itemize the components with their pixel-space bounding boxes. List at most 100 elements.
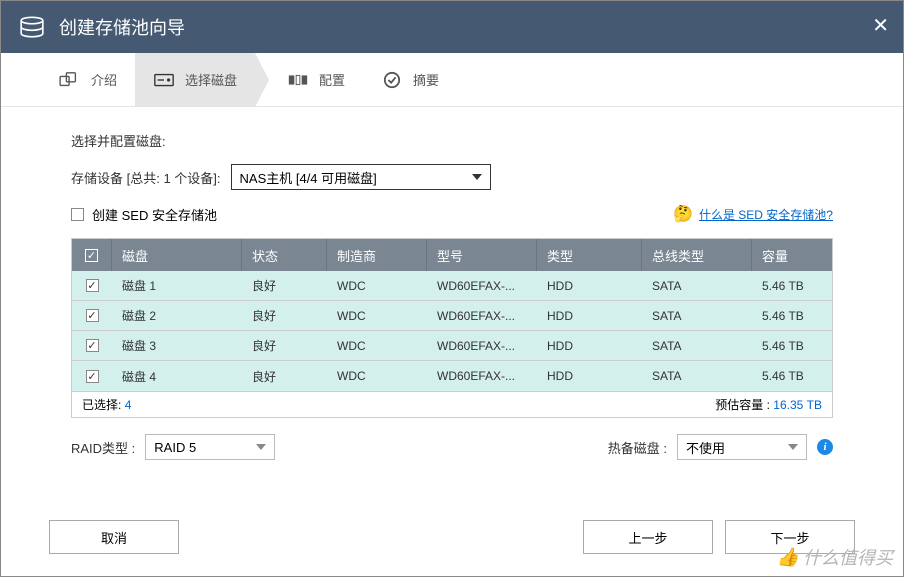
cell-manufacturer: WDC (327, 361, 427, 391)
header-disk[interactable]: 磁盘 (112, 239, 242, 271)
cell-type: HDD (537, 301, 642, 330)
step-intro[interactable]: 介绍 (41, 53, 135, 107)
cell-capacity: 5.46 TB (752, 301, 832, 330)
cell-disk: 磁盘 4 (112, 361, 242, 391)
cell-manufacturer: WDC (327, 301, 427, 330)
step-select-disk[interactable]: 选择磁盘 (135, 53, 255, 107)
boxes-icon (59, 71, 81, 89)
storage-device-row: 存储设备 [总共: 1 个设备]: NAS主机 [4/4 可用磁盘] (71, 164, 833, 190)
storage-device-label: 存储设备 [总共: 1 个设备]: (71, 168, 221, 187)
cell-type: HDD (537, 271, 642, 300)
wizard-stepper: 介绍 选择磁盘 配置 摘要 (1, 53, 903, 107)
table-footer: 已选择: 4 预估容量 : 16.35 TB (71, 392, 833, 418)
raid-type-group: RAID类型 : RAID 5 (71, 434, 275, 460)
sed-row: 创建 SED 安全存储池 🤔 什么是 SED 安全存储池? (71, 204, 833, 224)
cell-capacity: 5.46 TB (752, 271, 832, 300)
database-icon (19, 16, 45, 38)
cell-manufacturer: WDC (327, 331, 427, 360)
header-type[interactable]: 类型 (537, 239, 642, 271)
cell-model: WD60EFAX-... (427, 271, 537, 300)
header-checkbox-cell[interactable] (72, 239, 112, 271)
cell-capacity: 5.46 TB (752, 361, 832, 391)
cancel-button[interactable]: 取消 (49, 520, 179, 554)
nav-button-group: 上一步 下一步 (583, 520, 855, 554)
cell-type: HDD (537, 361, 642, 391)
header-bus-type[interactable]: 总线类型 (642, 239, 752, 271)
cell-bus: SATA (642, 271, 752, 300)
row-checkbox[interactable] (86, 339, 99, 352)
cell-status: 良好 (242, 331, 327, 360)
check-circle-icon (381, 71, 403, 89)
sed-help-link[interactable]: 🤔 什么是 SED 安全存储池? (673, 204, 833, 224)
header-status[interactable]: 状态 (242, 239, 327, 271)
cell-capacity: 5.46 TB (752, 331, 832, 360)
select-value: NAS主机 [4/4 可用磁盘] (240, 168, 377, 187)
step-label: 介绍 (91, 70, 117, 89)
chevron-down-icon (472, 174, 482, 180)
sed-checkbox-label: 创建 SED 安全存储池 (92, 205, 217, 224)
step-label: 选择磁盘 (185, 70, 237, 89)
header-capacity[interactable]: 容量 (752, 239, 832, 271)
table-row[interactable]: 磁盘 1良好WDCWD60EFAX-...HDDSATA5.46 TB (72, 271, 832, 301)
header-model[interactable]: 型号 (427, 239, 537, 271)
storage-device-select[interactable]: NAS主机 [4/4 可用磁盘] (231, 164, 491, 190)
row-checkbox[interactable] (86, 370, 99, 383)
config-icon (287, 71, 309, 89)
cell-model: WD60EFAX-... (427, 301, 537, 330)
header-manufacturer[interactable]: 制造商 (327, 239, 427, 271)
cell-bus: SATA (642, 301, 752, 330)
table-header: 磁盘 状态 制造商 型号 类型 总线类型 容量 (72, 239, 832, 271)
step-config[interactable]: 配置 (269, 53, 363, 107)
cell-status: 良好 (242, 301, 327, 330)
table-body: 磁盘 1良好WDCWD60EFAX-...HDDSATA5.46 TB磁盘 2良… (72, 271, 832, 391)
disk-table: 磁盘 状态 制造商 型号 类型 总线类型 容量 磁盘 1良好WDCWD60EFA… (71, 238, 833, 392)
table-row[interactable]: 磁盘 2良好WDCWD60EFAX-...HDDSATA5.46 TB (72, 301, 832, 331)
row-checkbox-cell[interactable] (72, 361, 112, 391)
close-button[interactable]: ✕ (872, 13, 889, 38)
chevron-down-icon (788, 444, 798, 450)
table-row[interactable]: 磁盘 3良好WDCWD60EFAX-...HDDSATA5.46 TB (72, 331, 832, 361)
step-summary[interactable]: 摘要 (363, 53, 457, 107)
dialog-footer: 取消 上一步 下一步 (1, 520, 903, 554)
cell-disk: 磁盘 2 (112, 301, 242, 330)
content-area: 选择并配置磁盘: 存储设备 [总共: 1 个设备]: NAS主机 [4/4 可用… (1, 107, 903, 460)
cell-disk: 磁盘 1 (112, 271, 242, 300)
cell-model: WD60EFAX-... (427, 361, 537, 391)
raid-config-row: RAID类型 : RAID 5 热备磁盘 : 不使用 i (71, 434, 833, 460)
selected-count: 已选择: 4 (82, 396, 131, 413)
prev-button[interactable]: 上一步 (583, 520, 713, 554)
dialog-title: 创建存储池向导 (59, 14, 185, 40)
help-face-icon: 🤔 (673, 204, 693, 224)
info-icon[interactable]: i (817, 439, 833, 455)
row-checkbox[interactable] (86, 279, 99, 292)
cell-manufacturer: WDC (327, 271, 427, 300)
table-row[interactable]: 磁盘 4良好WDCWD60EFAX-...HDDSATA5.46 TB (72, 361, 832, 391)
step-label: 摘要 (413, 70, 439, 89)
hdd-icon (153, 71, 175, 89)
row-checkbox-cell[interactable] (72, 331, 112, 360)
cell-disk: 磁盘 3 (112, 331, 242, 360)
cell-status: 良好 (242, 361, 327, 391)
next-button[interactable]: 下一步 (725, 520, 855, 554)
raid-type-select[interactable]: RAID 5 (145, 434, 275, 460)
cell-bus: SATA (642, 331, 752, 360)
row-checkbox-cell[interactable] (72, 301, 112, 330)
titlebar: 创建存储池向导 ✕ (1, 1, 903, 53)
sed-checkbox-row[interactable]: 创建 SED 安全存储池 (71, 205, 217, 224)
raid-type-label: RAID类型 : (71, 438, 135, 457)
cell-type: HDD (537, 331, 642, 360)
sed-link-text[interactable]: 什么是 SED 安全存储池? (699, 206, 833, 223)
step-label: 配置 (319, 70, 345, 89)
hot-spare-group: 热备磁盘 : 不使用 i (608, 434, 833, 460)
row-checkbox[interactable] (86, 309, 99, 322)
wizard-dialog: 创建存储池向导 ✕ 介绍 选择磁盘 配置 摘要 选择并配置磁盘: 存储设备 [总… (0, 0, 904, 577)
section-label: 选择并配置磁盘: (71, 131, 833, 150)
select-value: RAID 5 (154, 440, 196, 455)
sed-checkbox[interactable] (71, 208, 84, 221)
header-checkbox[interactable] (85, 249, 98, 262)
cell-model: WD60EFAX-... (427, 331, 537, 360)
hot-spare-select[interactable]: 不使用 (677, 434, 807, 460)
row-checkbox-cell[interactable] (72, 271, 112, 300)
step-arrow (255, 53, 269, 107)
chevron-down-icon (256, 444, 266, 450)
